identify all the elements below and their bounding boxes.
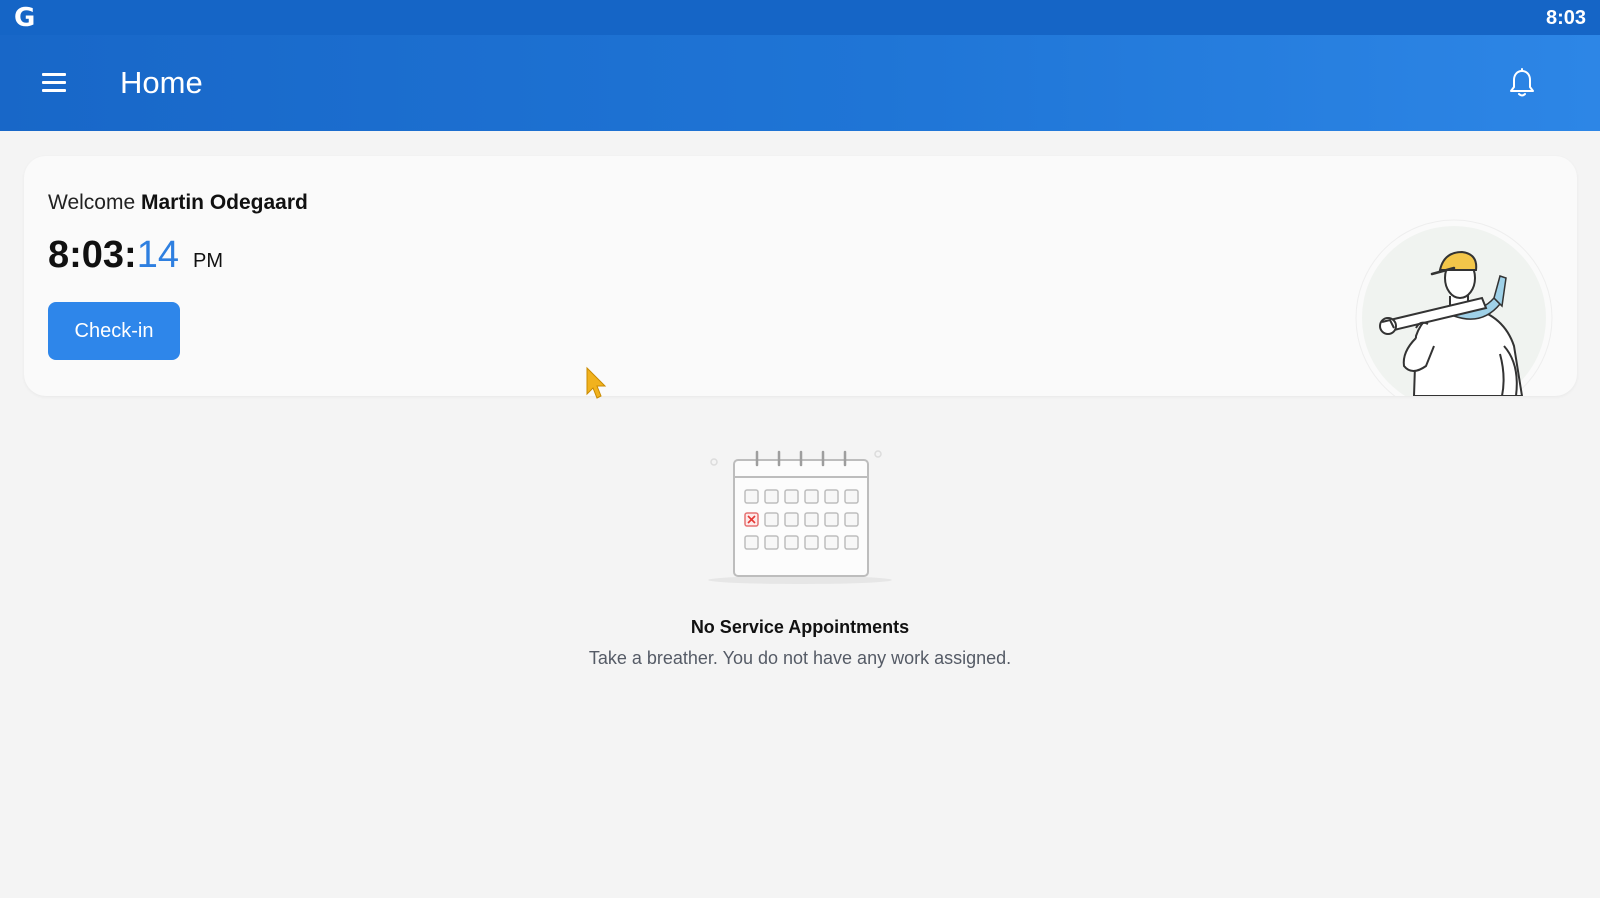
welcome-greeting: Welcome: [48, 191, 136, 214]
empty-state-title: No Service Appointments: [690, 617, 910, 637]
current-time: 8:03:14 PM: [48, 234, 223, 277]
time-seconds: 14: [136, 234, 179, 276]
welcome-card: Welcome Martin Odegaard 8:03:14 PM Check-…: [24, 156, 1577, 396]
status-clock: 8:03: [1545, 7, 1586, 29]
technician-with-wrench-illustration: [1354, 216, 1554, 396]
g-logo-icon: G: [14, 3, 36, 33]
system-status-bar: G 8:03: [0, 0, 1600, 35]
empty-state: No Service Appointments Take a breather.…: [0, 450, 1600, 680]
mouse-pointer-icon: [586, 366, 607, 399]
hamburger-menu-icon[interactable]: [34, 63, 74, 103]
check-in-button[interactable]: Check-in: [48, 302, 180, 360]
calendar-icon: [700, 450, 900, 590]
user-name: Martin Odegaard: [140, 191, 308, 214]
welcome-message: Welcome Martin Odegaard: [48, 191, 308, 215]
app-bar: Home: [0, 35, 1600, 131]
page-title: Home: [120, 65, 203, 100]
time-hours-minutes: 8:03:: [48, 234, 137, 276]
empty-state-subtitle: Take a breather. You do not have any wor…: [588, 648, 1012, 668]
time-ampm: PM: [193, 250, 223, 272]
bell-icon[interactable]: [1502, 65, 1542, 105]
